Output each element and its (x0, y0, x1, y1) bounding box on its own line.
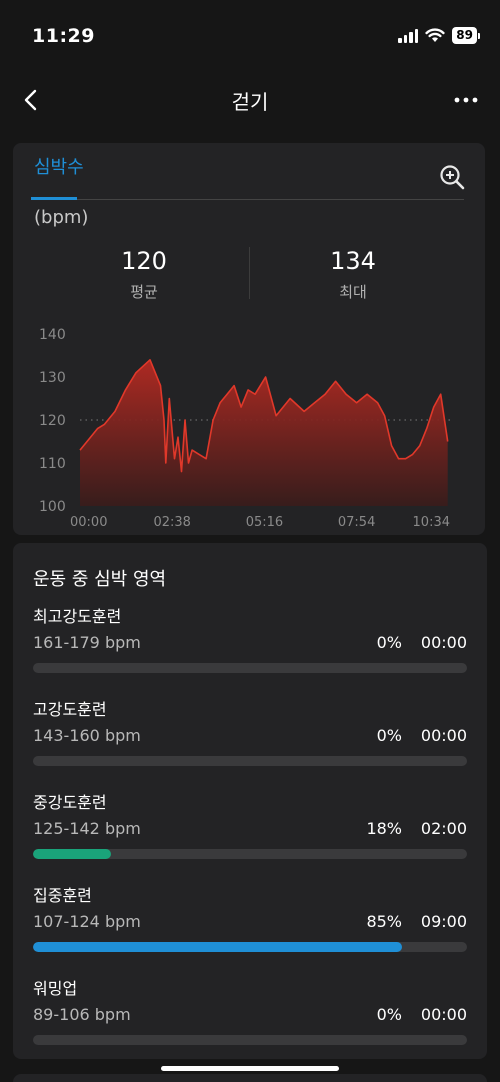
zone-item-focused: 집중훈련 107-124 bpm 85% 09:00 (33, 882, 467, 952)
nav-header: 걷기 (0, 76, 500, 124)
average-label: 평균 (130, 283, 158, 301)
heart-rate-zones-card: 운동 중 심박 영역 최고강도훈련 161-179 bpm 0% 00:00 고… (13, 543, 487, 1059)
zone-progress-track (33, 849, 467, 859)
max-label: 최대 (339, 283, 367, 301)
home-indicator[interactable] (161, 1066, 339, 1071)
zone-progress-track (33, 756, 467, 766)
zone-progress-fill (33, 849, 112, 859)
x-tick-label: 07:54 (338, 515, 375, 530)
zone-percent: 85% (366, 912, 402, 931)
x-tick-label: 05:16 (246, 515, 283, 530)
zone-name: 최고강도훈련 (33, 607, 122, 626)
status-bar: 11:29 89 (0, 0, 500, 72)
zone-item-warmup: 워밍업 89-106 bpm 0% 00:00 (33, 975, 467, 1045)
x-tick-label: 00:00 (70, 515, 107, 530)
y-tick-label: 100 (39, 499, 66, 515)
zone-percent: 0% (376, 633, 402, 652)
zone-range: 107-124 bpm (33, 912, 141, 931)
stat-divider (249, 247, 250, 299)
zone-time: 00:00 (420, 633, 467, 652)
tab-heart-rate[interactable]: 심박수 (34, 153, 84, 179)
status-time: 11:29 (32, 25, 95, 47)
zone-name: 워밍업 (33, 979, 78, 998)
tab-divider (31, 199, 464, 200)
more-options-icon[interactable] (452, 88, 480, 112)
x-tick-label: 02:38 (153, 515, 190, 530)
status-icons: 89 (398, 27, 480, 44)
x-tick-label: 10:34 (413, 515, 450, 530)
zone-progress-track (33, 663, 467, 673)
zone-time: 00:00 (420, 1005, 467, 1024)
zone-percent: 0% (376, 726, 402, 745)
zone-time: 02:00 (420, 819, 467, 838)
zone-name: 중강도훈련 (33, 793, 107, 812)
cellular-signal-icon (398, 28, 419, 43)
heart-rate-chart[interactable]: 140 130 120 110 100 00:00 02:38 05:16 07:54 10:34 (13, 318, 485, 533)
zones-title: 운동 중 심박 영역 (33, 569, 167, 590)
average-value: 120 (121, 247, 167, 275)
zone-progress-fill (33, 942, 402, 952)
zone-name: 집중훈련 (33, 886, 92, 905)
max-value: 134 (330, 247, 376, 275)
battery-tip-icon (478, 32, 480, 39)
y-tick-label: 140 (39, 327, 66, 343)
zoom-in-icon[interactable] (438, 163, 466, 191)
zone-range: 161-179 bpm (33, 633, 141, 652)
zone-progress-track (33, 1035, 467, 1045)
zone-range: 89-106 bpm (33, 1005, 131, 1024)
average-stat: 120 평균 (44, 247, 244, 302)
unit-label: (bpm) (34, 207, 89, 228)
zone-time: 00:00 (420, 726, 467, 745)
zone-percent: 0% (376, 1005, 402, 1024)
zone-percent: 18% (366, 819, 402, 838)
zone-time: 09:00 (420, 912, 467, 931)
heart-rate-card: 심박수 (bpm) 120 평균 134 최대 140 130 120 110 100 0… (13, 143, 485, 535)
y-tick-label: 130 (39, 370, 66, 386)
screen: 11:29 89 걷기 심박수 (bpm) 120 평균 134 최대 140 … (0, 0, 500, 1082)
zone-name: 고강도훈련 (33, 700, 107, 719)
max-stat: 134 최대 (253, 247, 453, 302)
battery-level: 89 (452, 27, 477, 44)
zone-progress-track (33, 942, 467, 952)
y-tick-label: 120 (39, 413, 66, 429)
y-tick-label: 110 (39, 456, 66, 472)
zone-item-high: 고강도훈련 143-160 bpm 0% 00:00 (33, 696, 467, 766)
zone-item-max: 최고강도훈련 161-179 bpm 0% 00:00 (33, 603, 467, 673)
heart-rate-area (80, 359, 448, 506)
zone-range: 125-142 bpm (33, 819, 141, 838)
zone-range: 143-160 bpm (33, 726, 141, 745)
zone-item-moderate: 중강도훈련 125-142 bpm 18% 02:00 (33, 789, 467, 859)
page-title: 걷기 (231, 90, 269, 114)
next-card-edge (13, 1074, 487, 1082)
tab-active-indicator (31, 197, 77, 200)
wifi-icon (425, 28, 445, 42)
